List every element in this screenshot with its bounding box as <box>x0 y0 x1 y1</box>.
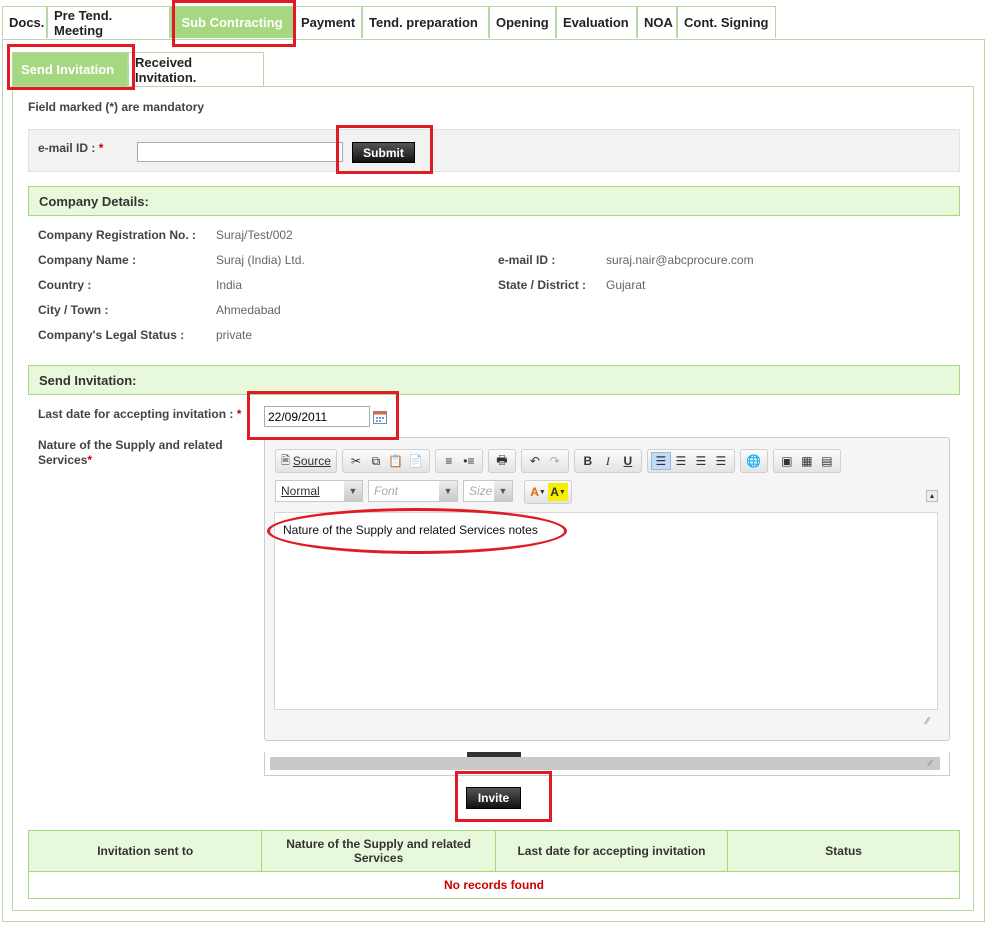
numbered-list-icon[interactable]: ≡ <box>439 452 459 470</box>
print-icon[interactable]: 🖶 <box>492 452 512 470</box>
tab-contract-signing[interactable]: Cont. Signing <box>677 6 776 38</box>
column-header-nature-of-supply[interactable]: Nature of the Supply and related Service… <box>261 830 496 872</box>
company-legal-status-label: Company's Legal Status : <box>38 328 185 342</box>
company-details-header: Company Details: <box>28 186 960 216</box>
editor-content-text: Nature of the Supply and related Service… <box>283 523 538 537</box>
tab-evaluation[interactable]: Evaluation <box>556 6 637 38</box>
align-left-icon[interactable]: ☰ <box>650 452 671 470</box>
submit-button[interactable]: Submit <box>352 142 415 163</box>
table-row: No records found <box>28 871 960 899</box>
size-placeholder: Size <box>469 484 493 498</box>
last-date-input[interactable] <box>264 406 370 427</box>
email-search-label: e-mail ID : * <box>38 141 104 155</box>
toolbar-group-print: 🖶 <box>487 449 516 473</box>
nature-label: Nature of the Supply and related Service… <box>38 438 223 467</box>
toolbar-group-format: B I U <box>573 449 642 473</box>
tab-opening[interactable]: Opening <box>489 6 556 38</box>
editor-bottom-bar <box>270 757 940 770</box>
chevron-down-icon: ▼ <box>494 481 512 501</box>
copy-icon[interactable]: ⧉ <box>366 452 386 470</box>
paste-icon[interactable]: 📋 <box>386 452 406 470</box>
toolbar-group-align: ☰ ☰ ☰ ☰ <box>646 449 735 473</box>
collapse-toolbar-icon[interactable]: ▲ <box>926 490 938 502</box>
editor-content-area[interactable]: Nature of the Supply and related Service… <box>274 512 938 710</box>
company-reg-no-value: Suraj/Test/002 <box>216 228 293 242</box>
subtab-received-invitation[interactable]: Received Invitation. <box>128 52 264 86</box>
toolbar-group-link: 🌐 <box>739 449 768 473</box>
font-dropdown[interactable]: Font ▼ <box>368 480 458 502</box>
toolbar-group-insert: ▣ ▦ ▤ <box>772 449 841 473</box>
column-header-last-date[interactable]: Last date for accepting invitation <box>494 830 729 872</box>
company-email-value: suraj.nair@abcprocure.com <box>606 253 754 267</box>
hidden-button-edge <box>467 752 521 757</box>
tab-sub-contracting[interactable]: Sub Contracting <box>170 6 294 38</box>
align-right-icon[interactable]: ☰ <box>691 452 711 470</box>
chevron-down-icon: ▼ <box>439 481 457 501</box>
mandatory-note: Field marked (*) are mandatory <box>28 100 205 114</box>
empty-message: No records found <box>28 871 960 899</box>
format-value: Normal <box>281 484 320 498</box>
redo-icon[interactable]: ↷ <box>545 452 565 470</box>
source-label: Source <box>292 454 331 468</box>
align-center-icon[interactable]: ☰ <box>671 452 691 470</box>
editor-toolbar-row-1: 🗎 Source ✂ ⧉ 📋 📄 ≡ •≡ 🖶 ↶ ↷ B I U ☰ ☰ ☰ … <box>275 449 846 473</box>
size-dropdown[interactable]: Size ▼ <box>463 480 513 502</box>
toolbar-group-clipboard: ✂ ⧉ 📋 📄 <box>341 449 430 473</box>
subtab-send-invitation[interactable]: Send Invitation <box>12 52 128 86</box>
tab-tender-preparation[interactable]: Tend. preparation <box>362 6 489 38</box>
bulleted-list-icon[interactable]: •≡ <box>459 452 479 470</box>
italic-icon[interactable]: I <box>598 452 618 470</box>
horizontal-rule-icon[interactable]: ▤ <box>817 452 837 470</box>
top-tab-bar: Docs. Pre Tend. Meeting Sub Contracting … <box>2 6 776 39</box>
tab-pre-tender-meeting[interactable]: Pre Tend. Meeting <box>47 6 170 38</box>
link-globe-icon[interactable]: 🌐 <box>744 452 764 470</box>
company-country-value: India <box>216 278 243 292</box>
tab-docs[interactable]: Docs. <box>2 6 47 38</box>
font-placeholder: Font <box>374 484 399 498</box>
text-color-icon[interactable]: A ▼ <box>528 483 548 501</box>
toolbar-group-lists: ≡ •≡ <box>434 449 483 473</box>
undo-icon[interactable]: ↶ <box>525 452 545 470</box>
company-state-label: State / District : <box>498 278 587 292</box>
company-state-value: Gujarat <box>606 278 646 292</box>
company-legal-status-value: private <box>216 328 253 342</box>
invitations-table: Invitation sent to Nature of the Supply … <box>27 830 960 899</box>
company-reg-no-label: Company Registration No. : <box>38 228 197 242</box>
email-search-input[interactable] <box>137 142 343 162</box>
editor-toolbar-row-2: Normal ▼ Font ▼ Size ▼ A ▼ A ▼ <box>275 480 577 504</box>
tab-noa[interactable]: NOA <box>637 6 677 38</box>
resize-handle-icon[interactable]: ∕∕ <box>929 758 932 768</box>
company-city-label: City / Town : <box>38 303 109 317</box>
underline-icon[interactable]: U <box>618 452 638 470</box>
resize-handle-icon[interactable]: ∕∕ <box>926 716 938 728</box>
last-date-label: Last date for accepting invitation : * <box>38 407 242 421</box>
toolbar-group-document: 🗎 Source <box>275 449 337 473</box>
toolbar-group-history: ↶ ↷ <box>520 449 569 473</box>
bold-icon[interactable]: B <box>578 452 598 470</box>
cut-icon[interactable]: ✂ <box>346 452 366 470</box>
table-icon[interactable]: ▦ <box>797 452 817 470</box>
send-invitation-header: Send Invitation: <box>28 365 960 395</box>
source-icon: 🗎 <box>281 454 290 467</box>
calendar-icon[interactable] <box>373 410 387 424</box>
source-button[interactable]: 🗎 Source <box>279 452 333 470</box>
company-email-label: e-mail ID : <box>498 253 556 267</box>
image-icon[interactable]: ▣ <box>777 452 797 470</box>
toolbar-group-colors: A ▼ A ▼ <box>524 480 572 504</box>
column-header-status[interactable]: Status <box>727 830 960 872</box>
column-header-invitation-sent-to[interactable]: Invitation sent to <box>27 830 263 872</box>
invite-button[interactable]: Invite <box>466 787 521 809</box>
company-name-value: Suraj (India) Ltd. <box>216 253 305 267</box>
company-name-label: Company Name : <box>38 253 137 267</box>
chevron-down-icon: ▼ <box>344 481 362 501</box>
company-city-value: Ahmedabad <box>216 303 281 317</box>
background-color-icon[interactable]: A ▼ <box>548 483 568 501</box>
align-justify-icon[interactable]: ☰ <box>711 452 731 470</box>
company-country-label: Country : <box>38 278 92 292</box>
paste-word-icon[interactable]: 📄 <box>406 452 426 470</box>
tab-payment[interactable]: Payment <box>294 6 362 38</box>
sub-tab-bar: Send Invitation Received Invitation. <box>12 52 264 86</box>
format-dropdown[interactable]: Normal ▼ <box>275 480 363 502</box>
